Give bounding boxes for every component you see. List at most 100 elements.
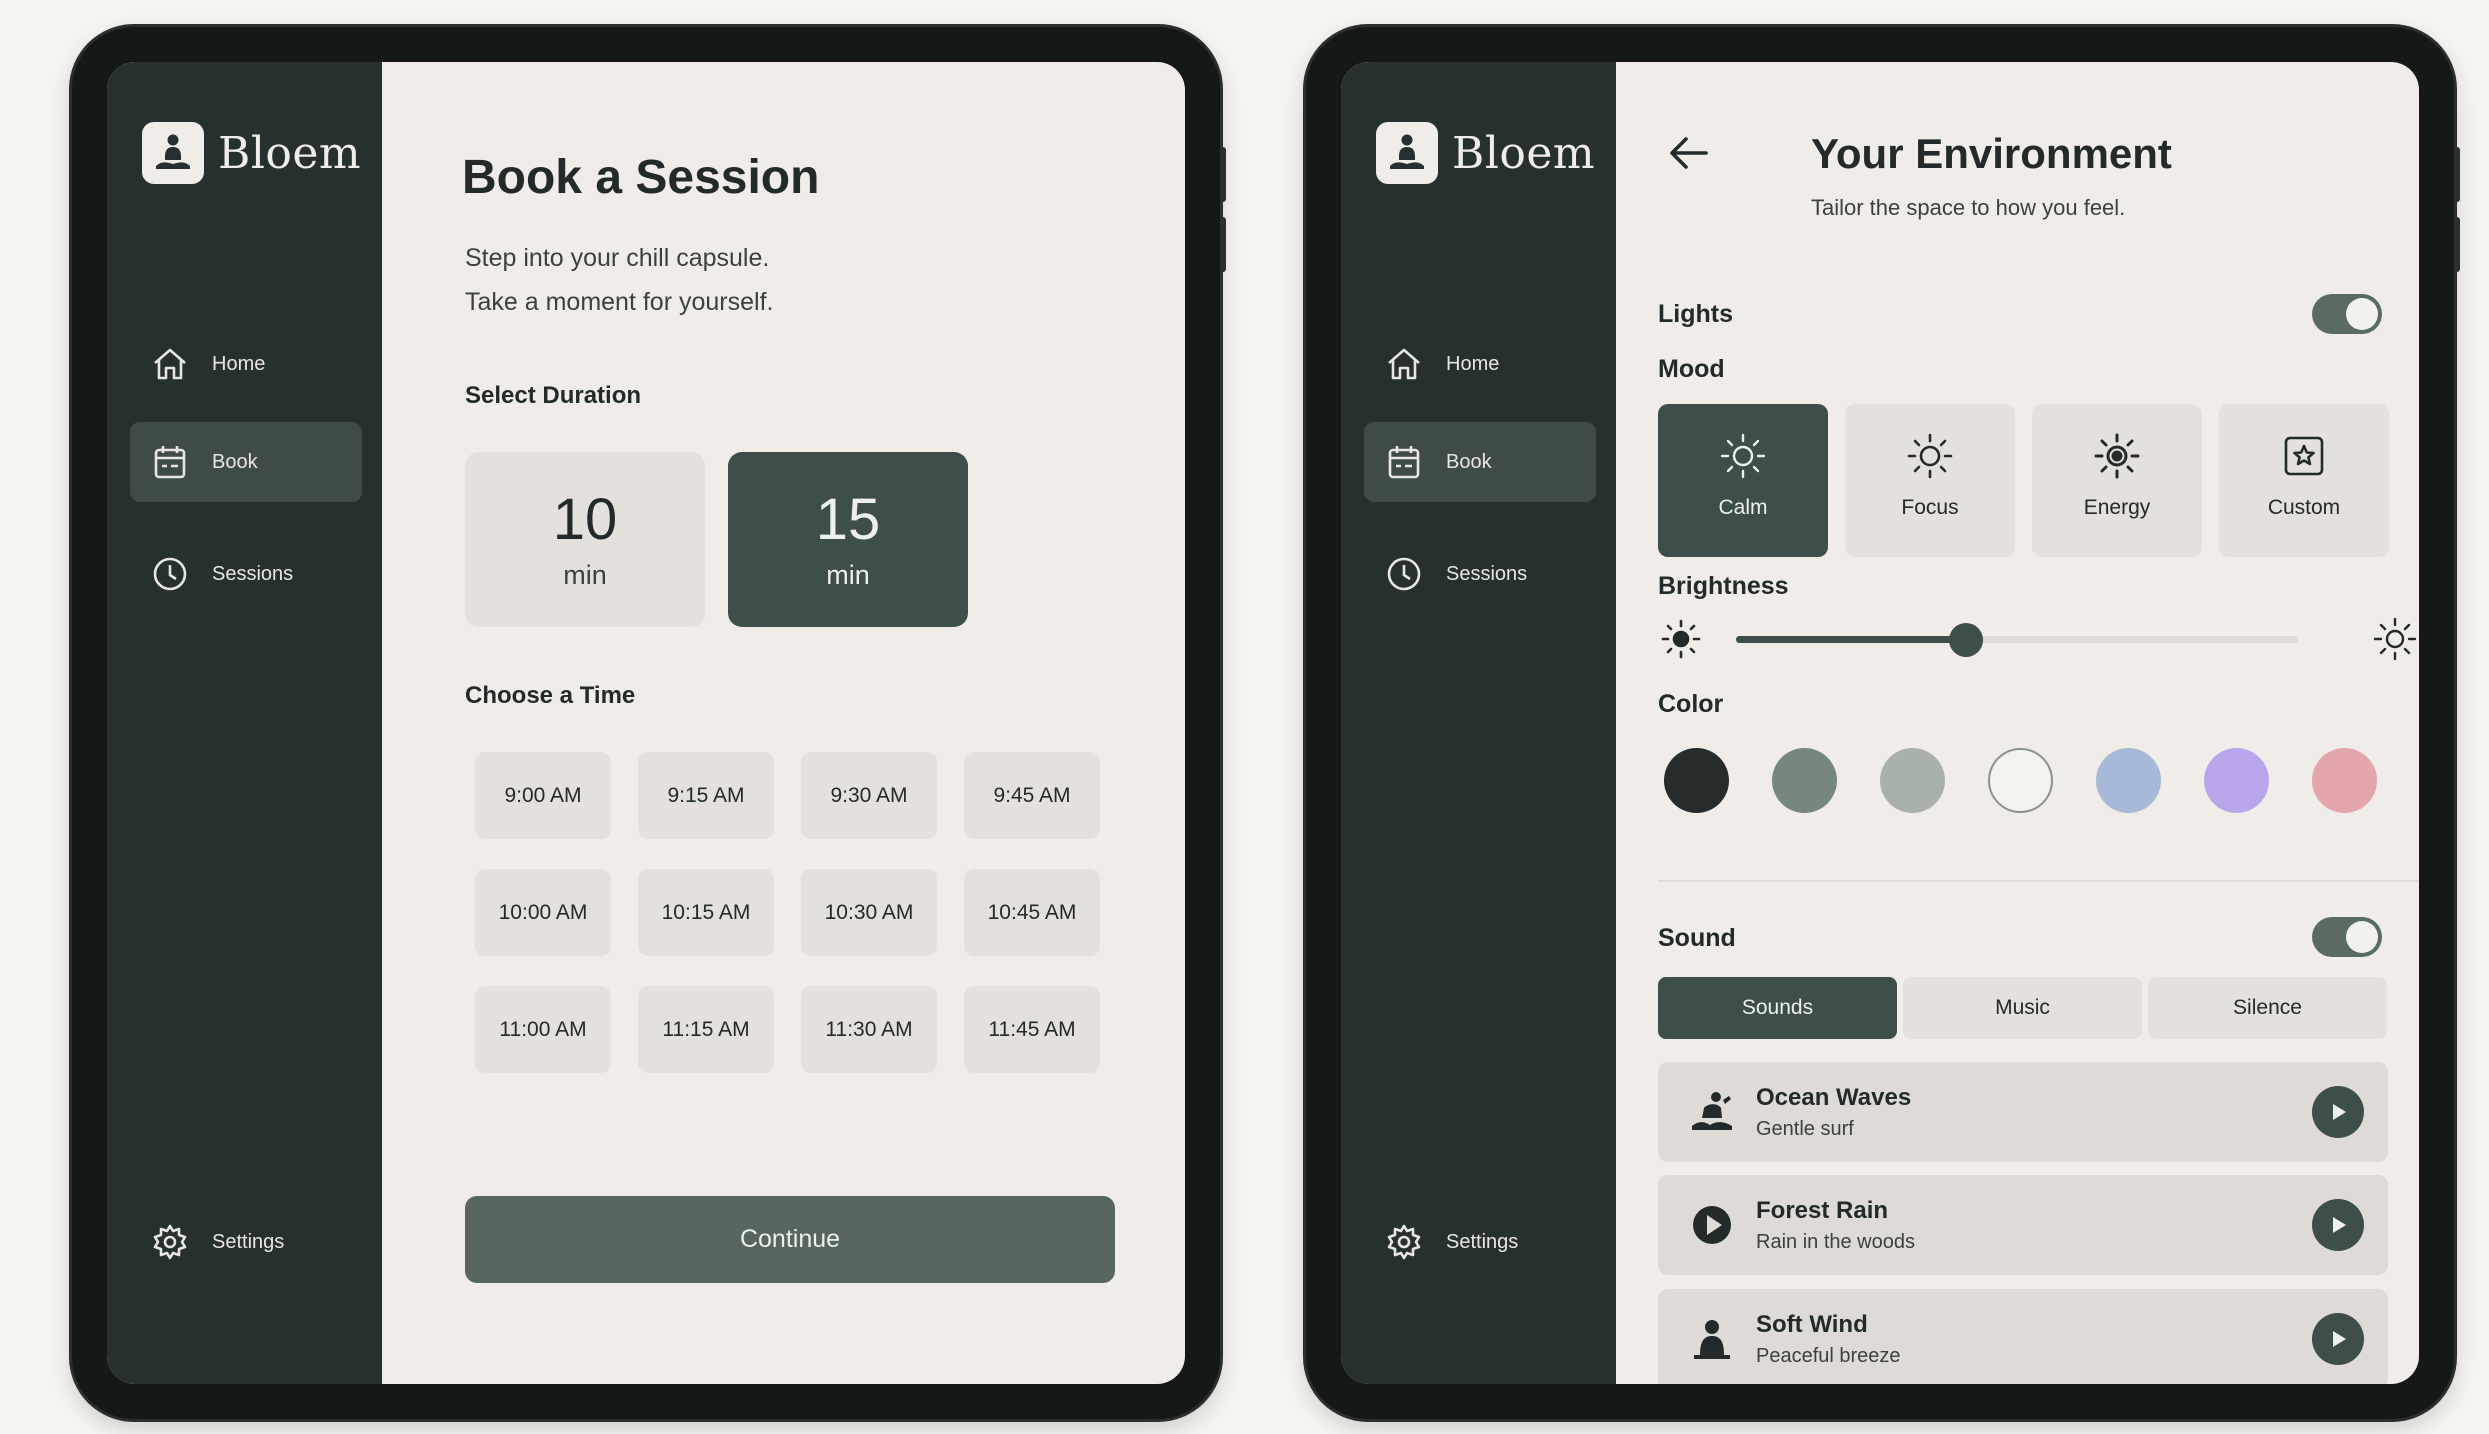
time-slot[interactable]: 11:45 AM [964, 986, 1100, 1073]
time-slot[interactable]: 10:45 AM [964, 869, 1100, 956]
sidebar: Bloem Home Book Sessions Settings [1341, 62, 1616, 1384]
brightness-slider-thumb[interactable] [1949, 623, 1984, 657]
play-icon [2333, 1331, 2346, 1347]
back-button[interactable] [1664, 128, 1714, 183]
sun-dim-icon [1661, 619, 1701, 659]
tab-silence[interactable]: Silence [2148, 977, 2387, 1039]
play-button[interactable] [2312, 1199, 2364, 1251]
sidebar-item-label: Home [1446, 352, 1500, 375]
app-logo[interactable]: Bloem [142, 122, 361, 184]
color-swatch-light-sage[interactable] [1880, 748, 1945, 813]
play-button[interactable] [2312, 1086, 2364, 1138]
play-circle-icon [1682, 1201, 1742, 1249]
duration-option-15[interactable]: 15 min [728, 452, 968, 627]
duration-option-10[interactable]: 10 min [465, 452, 705, 627]
sound-tabs: Sounds Music Silence [1658, 977, 2387, 1039]
mood-option-custom[interactable]: Custom [2219, 404, 2389, 557]
time-slot[interactable]: 9:00 AM [475, 752, 611, 839]
mood-label-text: Energy [2083, 496, 2151, 519]
mood-option-calm[interactable]: Calm [1658, 404, 1828, 557]
time-slot[interactable]: 11:30 AM [801, 986, 937, 1073]
time-slot[interactable]: 11:15 AM [638, 986, 774, 1073]
sun-bold-icon [2094, 433, 2140, 479]
time-slot[interactable]: 9:15 AM [638, 752, 774, 839]
sound-track-soft-wind[interactable]: Soft Wind Peaceful breeze [1658, 1289, 2388, 1384]
sidebar-item-label: Home [212, 352, 266, 375]
track-name: Soft Wind [1756, 1310, 1868, 1338]
track-name: Forest Rain [1756, 1196, 1889, 1224]
booking-main: Book a Session Step into your chill caps… [382, 62, 1185, 1384]
sidebar-item-book[interactable]: Book [130, 422, 362, 502]
person-icon [1682, 1315, 1742, 1363]
sidebar-item-settings[interactable]: Settings [1364, 1202, 1596, 1282]
home-icon [154, 348, 186, 380]
brightness-control [1658, 614, 2418, 664]
track-info: Ocean Waves Gentle surf [1756, 1084, 2312, 1141]
sound-track-ocean-waves[interactable]: Ocean Waves Gentle surf [1658, 1062, 2388, 1162]
track-description: Gentle surf [1756, 1117, 1854, 1140]
sidebar-item-label: Sessions [212, 562, 294, 585]
meditation-logo-icon [1376, 122, 1438, 184]
mood-option-focus[interactable]: Focus [1845, 404, 2015, 557]
color-swatch-white[interactable] [1988, 748, 2053, 813]
mood-option-energy[interactable]: Energy [2032, 404, 2202, 557]
sidebar-item-label: Settings [212, 1230, 285, 1253]
color-swatch-pink[interactable] [2312, 748, 2377, 813]
sidebar-item-book[interactable]: Book [1364, 422, 1596, 502]
sun-bright-icon [2373, 617, 2417, 661]
color-swatch-sage[interactable] [1772, 748, 1837, 813]
color-swatch-lavender[interactable] [2204, 748, 2269, 813]
sidebar-item-home[interactable]: Home [130, 324, 362, 404]
gear-icon [153, 1224, 187, 1260]
tab-music[interactable]: Music [1903, 977, 2142, 1039]
sidebar-item-label: Sessions [1446, 562, 1528, 585]
brightness-slider[interactable] [1736, 623, 2298, 657]
lights-toggle[interactable] [2312, 294, 2382, 334]
sidebar-item-settings[interactable]: Settings [130, 1202, 362, 1282]
duration-heading: Select Duration [465, 382, 642, 409]
play-button[interactable] [2312, 1313, 2364, 1365]
tablet-right: Bloem Home Book Sessions Settings Your E… [1306, 27, 2460, 1419]
time-slot[interactable]: 10:00 AM [475, 869, 611, 956]
tab-sounds[interactable]: Sounds [1658, 977, 1897, 1039]
time-slot[interactable]: 9:30 AM [801, 752, 937, 839]
sidebar: Bloem Home Book Sessions Settings [107, 62, 382, 1384]
color-swatches [1664, 748, 2377, 813]
sidebar-item-sessions[interactable]: Sessions [1364, 534, 1596, 614]
time-heading: Choose a Time [465, 682, 636, 709]
environment-screen: Bloem Home Book Sessions Settings Your E… [1341, 62, 2419, 1384]
continue-button[interactable]: Continue [465, 1196, 1115, 1283]
device-button [2454, 147, 2460, 202]
calendar-icon [1388, 446, 1420, 479]
section-divider [1658, 880, 2418, 882]
meditation-logo-icon [142, 122, 204, 184]
lights-label: Lights [1658, 300, 1733, 328]
app-name: Bloem [1452, 127, 1596, 179]
duration-value: 10 [552, 487, 618, 553]
time-slot[interactable]: 10:15 AM [638, 869, 774, 956]
time-slot[interactable]: 11:00 AM [475, 986, 611, 1073]
page-title: Your Environment [1811, 130, 2172, 177]
brightness-slider-fill [1736, 636, 1967, 643]
mood-label: Mood [1658, 355, 1725, 383]
sidebar-item-sessions[interactable]: Sessions [130, 534, 362, 614]
surfer-icon [1682, 1088, 1742, 1136]
arrow-left-icon [1670, 137, 1708, 169]
star-square-icon [2284, 436, 2324, 476]
app-logo[interactable]: Bloem [1376, 122, 1595, 184]
device-button [1220, 147, 1226, 202]
track-description: Peaceful breeze [1756, 1344, 1901, 1367]
sound-toggle[interactable] [2312, 917, 2382, 957]
page-title: Book a Session [462, 151, 820, 204]
time-slot[interactable]: 9:45 AM [964, 752, 1100, 839]
color-swatch-charcoal[interactable] [1664, 748, 1729, 813]
time-slot[interactable]: 10:30 AM [801, 869, 937, 956]
sun-icon [1907, 433, 1953, 479]
mood-options: Calm Focus Energy Custom [1658, 404, 2389, 557]
track-name: Ocean Waves [1756, 1083, 1912, 1111]
sidebar-item-home[interactable]: Home [1364, 324, 1596, 404]
color-swatch-blue[interactable] [2096, 748, 2161, 813]
sidebar-item-label: Book [212, 450, 258, 473]
booking-screen: Bloem Home Book Sessions Settings Book a… [107, 62, 1185, 1384]
sound-track-forest-rain[interactable]: Forest Rain Rain in the woods [1658, 1175, 2388, 1275]
